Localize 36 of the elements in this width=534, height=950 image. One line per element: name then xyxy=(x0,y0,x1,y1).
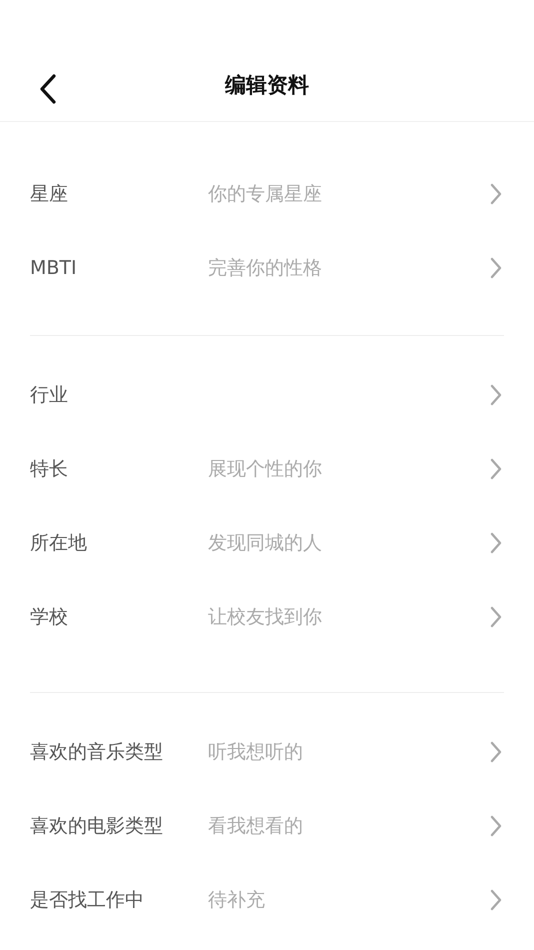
profile-row[interactable]: 所在地 发现同城的人 xyxy=(0,506,534,580)
row-placeholder: 完善你的性格 xyxy=(208,256,322,281)
row-placeholder: 发现同城的人 xyxy=(208,531,322,556)
row-label: 喜欢的电影类型 xyxy=(30,814,164,839)
row-placeholder: 展现个性的你 xyxy=(208,457,322,482)
row-placeholder: 你的专属星座 xyxy=(208,182,322,207)
chevron-right-icon xyxy=(490,815,502,837)
row-label: MBTI xyxy=(30,257,78,279)
row-label: 特长 xyxy=(30,457,69,482)
profile-row[interactable]: 行业 xyxy=(0,358,534,432)
row-label: 星座 xyxy=(30,182,69,207)
profile-row[interactable]: 喜欢的电影类型 看我想看的 xyxy=(0,789,534,863)
profile-row[interactable]: 学校 让校友找到你 xyxy=(0,580,534,654)
row-placeholder: 听我想听的 xyxy=(208,740,303,765)
page-title: 编辑资料 xyxy=(225,72,309,99)
profile-row[interactable]: 特长 展现个性的你 xyxy=(0,432,534,506)
chevron-right-icon xyxy=(490,384,502,406)
row-placeholder: 让校友找到你 xyxy=(208,605,322,630)
row-placeholder: 看我想看的 xyxy=(208,814,303,839)
chevron-right-icon xyxy=(490,606,502,628)
profile-row[interactable]: 是否找工作中 待补充 xyxy=(0,863,534,937)
chevron-right-icon xyxy=(490,532,502,554)
chevron-right-icon xyxy=(490,741,502,763)
profile-row[interactable]: 喜欢的音乐类型 听我想听的 xyxy=(0,715,534,789)
profile-row[interactable]: 星座 你的专属星座 xyxy=(0,157,534,231)
row-label: 学校 xyxy=(30,605,69,630)
row-placeholder: 待补充 xyxy=(208,888,265,913)
row-label: 行业 xyxy=(30,383,69,408)
chevron-right-icon xyxy=(490,889,502,911)
chevron-right-icon xyxy=(490,458,502,480)
row-label: 喜欢的音乐类型 xyxy=(30,740,164,765)
row-label: 是否找工作中 xyxy=(30,888,145,913)
chevron-right-icon xyxy=(490,183,502,205)
chevron-right-icon xyxy=(490,257,502,279)
row-label: 所在地 xyxy=(30,531,88,556)
profile-row[interactable]: MBTI 完善你的性格 xyxy=(0,231,534,305)
